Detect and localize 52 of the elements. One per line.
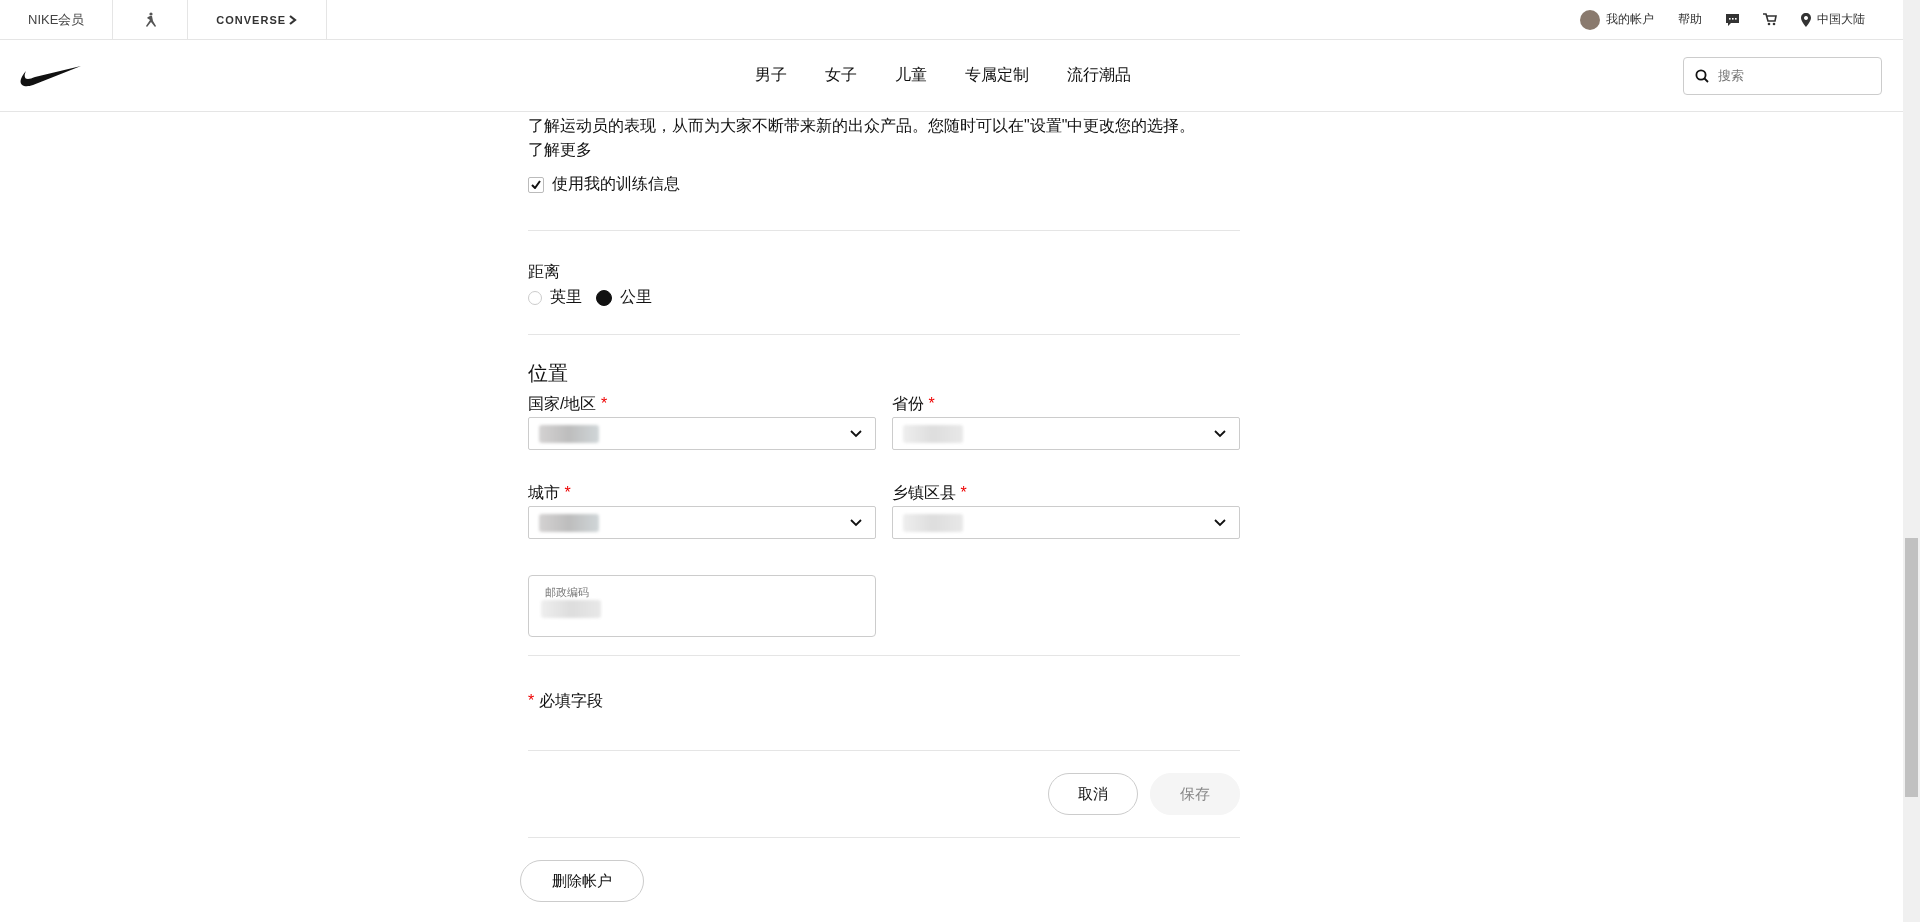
blurred-value	[903, 513, 963, 532]
blurred-value	[539, 424, 599, 443]
blurred-value	[903, 424, 963, 443]
blurred-value	[541, 600, 601, 618]
search-field[interactable]: 搜索	[1683, 56, 1882, 95]
field-label: 乡镇区县	[892, 484, 956, 501]
cancel-button[interactable]: 取消	[1048, 773, 1138, 815]
checkbox-label: 使用我的训练信息	[552, 174, 680, 194]
field-label: 省份	[892, 395, 924, 412]
required-mark: *	[528, 692, 535, 709]
nav-link[interactable]: 专属定制	[965, 65, 1029, 86]
required-mark: *	[564, 484, 571, 501]
scrollbar[interactable]	[1903, 0, 1920, 922]
delete-account-button[interactable]: 删除帐户	[520, 860, 644, 902]
section-label: 距离	[528, 262, 561, 282]
required-mark: *	[960, 484, 967, 501]
section-heading: 位置	[528, 361, 569, 386]
chevron-down-icon	[1213, 518, 1227, 527]
checkbox[interactable]	[528, 176, 544, 193]
required-mark: *	[600, 395, 608, 412]
learn-more-link[interactable]: 了解更多	[528, 138, 592, 162]
required-mark: *	[928, 395, 935, 412]
nav-link[interactable]: 儿童	[895, 65, 927, 86]
swoosh-logo[interactable]	[19, 64, 81, 87]
nav-link[interactable]: 女子	[825, 65, 857, 86]
chevron-down-icon	[849, 518, 863, 527]
help-link[interactable]: 帮助	[1678, 11, 1702, 28]
scrollbar-thumb[interactable]	[1905, 538, 1918, 797]
member-link[interactable]: NIKE会员	[0, 0, 114, 39]
text-field[interactable]: 邮政编码	[528, 575, 876, 637]
cart-icon[interactable]	[1763, 13, 1777, 26]
radio-button[interactable]	[596, 289, 612, 306]
chat-icon[interactable]	[1726, 13, 1739, 26]
account-link[interactable]: 我的帐户	[1606, 11, 1654, 28]
field-label: 城市	[528, 484, 560, 501]
chevron-right-icon	[289, 14, 299, 25]
radio-label: 英里	[550, 287, 582, 307]
radio-label: 公里	[620, 287, 652, 307]
chevron-down-icon	[849, 429, 863, 438]
avatar-icon[interactable]	[1580, 9, 1600, 30]
region-link[interactable]: 中国大陆	[1817, 11, 1865, 28]
field-label: 国家/地区	[528, 395, 597, 412]
floating-label: 邮政编码	[544, 586, 590, 598]
location-pin-icon[interactable]	[1801, 12, 1811, 27]
nav-link[interactable]: 男子	[755, 65, 787, 86]
check-icon	[531, 180, 541, 189]
intro-text: 了解运动员的表现，从而为大家不断带来新的出众产品。您随时可以在"设置"中更改您的选择。	[528, 116, 1197, 136]
blurred-value	[539, 513, 599, 532]
chevron-down-icon	[1213, 429, 1227, 438]
nav-link[interactable]: 流行潮品	[1067, 65, 1131, 86]
required-note: 必填字段	[538, 692, 603, 709]
converse-link[interactable]: CONVERSE	[188, 0, 328, 39]
